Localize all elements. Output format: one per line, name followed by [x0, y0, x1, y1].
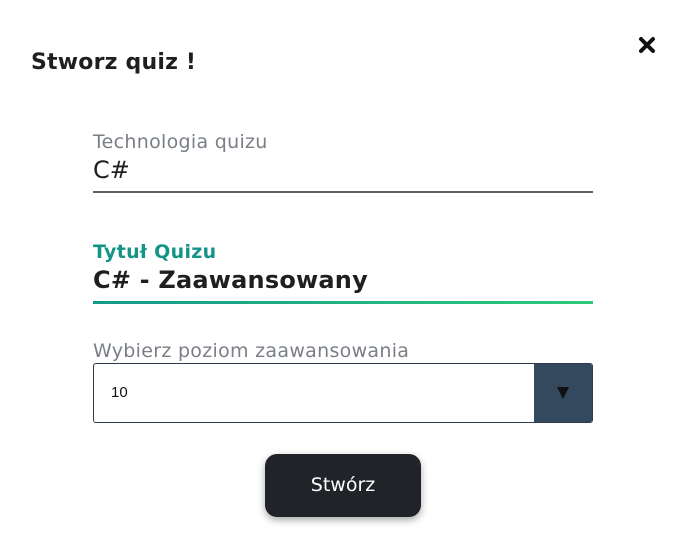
quiz-title-input[interactable]: C# - Zaawansowany: [93, 264, 593, 296]
technology-input[interactable]: C#: [93, 154, 593, 186]
level-selected-value: 10: [111, 384, 128, 401]
close-button[interactable]: [636, 34, 658, 56]
create-button[interactable]: Stwórz: [265, 454, 421, 517]
quiz-title-underline: [93, 301, 593, 304]
technology-underline: [93, 191, 593, 193]
close-icon: [639, 37, 655, 53]
triangle-down-icon: [557, 387, 569, 399]
create-quiz-modal: Stworz quiz ! Technologia quizu C# Tytuł…: [0, 0, 687, 547]
level-select[interactable]: 10: [93, 363, 593, 423]
modal-title: Stworz quiz !: [31, 50, 197, 75]
quiz-title-field[interactable]: Tytuł Quizu C# - Zaawansowany: [93, 241, 593, 304]
level-label: Wybierz poziom zaawansowania: [93, 340, 410, 362]
technology-field[interactable]: Technologia quizu C#: [93, 131, 593, 193]
level-select-arrow[interactable]: [534, 364, 592, 422]
technology-label: Technologia quizu: [93, 131, 268, 153]
quiz-title-label: Tytuł Quizu: [93, 241, 217, 263]
